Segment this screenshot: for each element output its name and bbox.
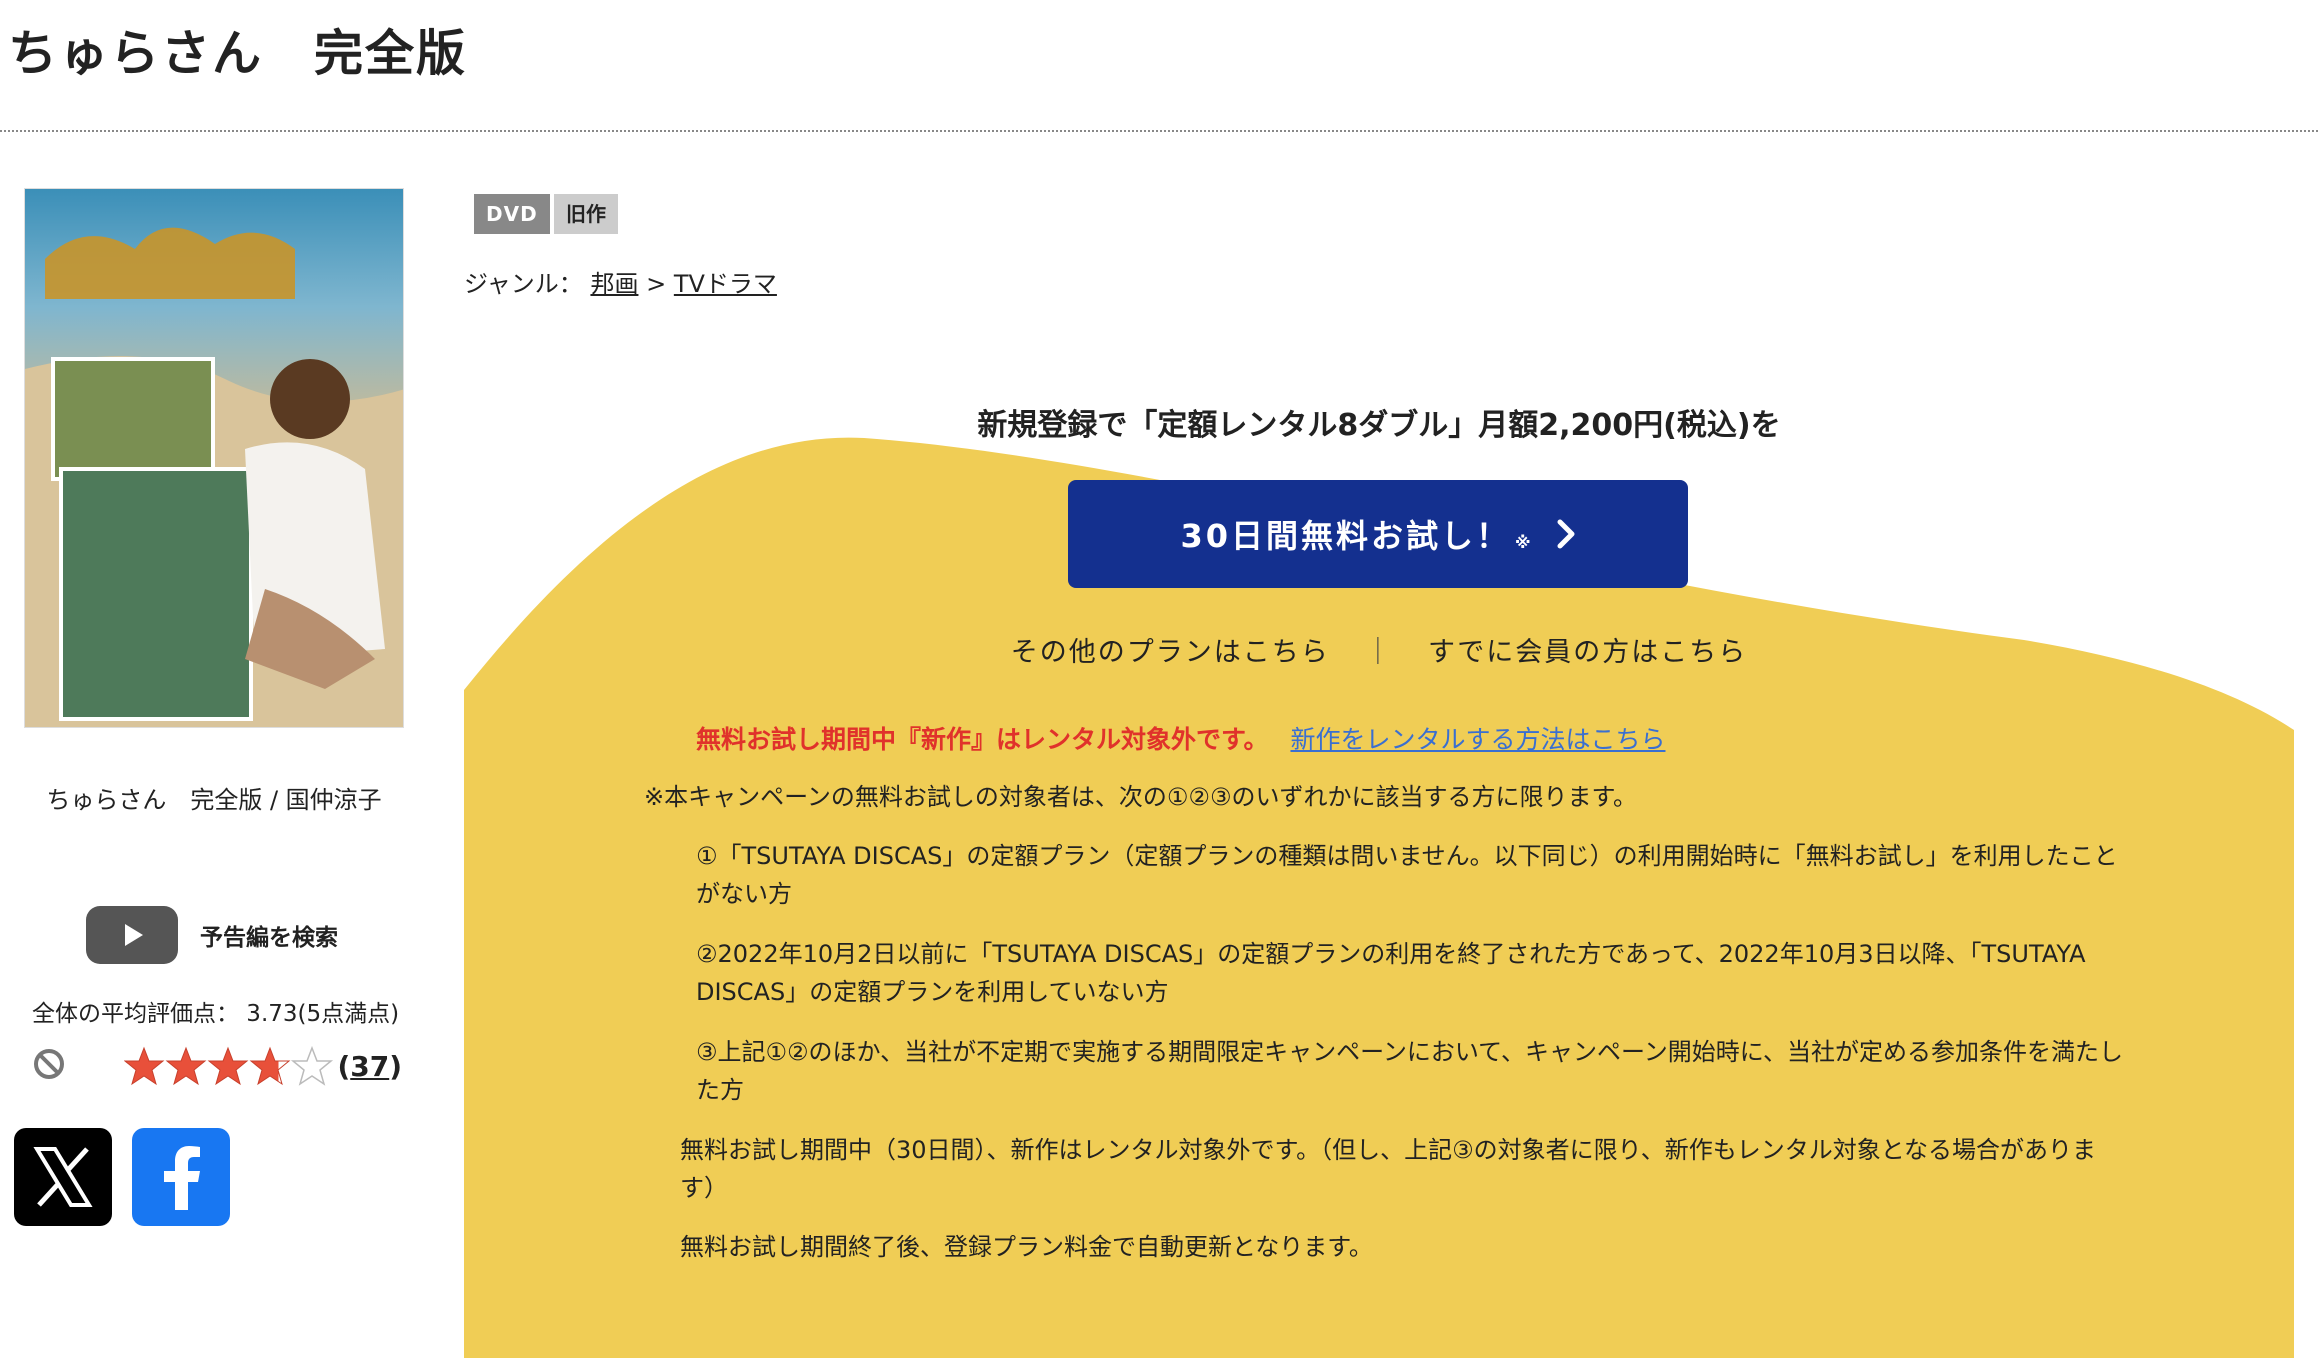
plan-links-divider: ｜ — [1364, 637, 1394, 668]
new-release-warning: 無料お試し期間中『新作』はレンタル対象外です。 新作をレンタルする方法はこちら — [696, 720, 1665, 756]
rating-row: (37) — [32, 1046, 402, 1086]
promo-heading: 新規登録で「定額レンタル8ダブル」月額2,200円(税込)を — [977, 408, 1781, 443]
genre-link-tv-drama[interactable]: TVドラマ — [674, 270, 777, 298]
play-icon — [86, 906, 178, 964]
genre-separator: > — [646, 270, 667, 298]
new-release-rental-link[interactable]: 新作をレンタルする方法はこちら — [1290, 725, 1665, 754]
prohibited-icon[interactable] — [32, 1047, 66, 1085]
eligibility-condition-2: ②2022年10月2日以前に「TSUTAYA DISCAS」の定額プランの利用を… — [696, 940, 2086, 1006]
format-tag: DVD — [474, 194, 550, 234]
status-tag: 旧作 — [554, 194, 618, 234]
genre-label: ジャンル： — [464, 270, 583, 298]
auto-renewal-note: 無料お試し期間終了後、登録プラン料金で自動更新となります。 — [680, 1233, 1373, 1261]
share-x-button[interactable] — [14, 1128, 112, 1226]
trial-period-note: 無料お試し期間中（30日間）、新作はレンタル対象外です。（但し、上記③の対象者に… — [680, 1136, 2096, 1202]
facebook-logo-icon — [164, 1146, 200, 1210]
review-count: (37) — [337, 1049, 402, 1083]
dvd-cover-image[interactable] — [24, 188, 404, 728]
product-caption: ちゅらさん 完全版 / 国仲涼子 — [46, 786, 382, 814]
campaign-eligibility-intro: ※本キャンペーンの無料お試しの対象者は、次の①②③のいずれかに該当する方に限りま… — [644, 783, 1638, 811]
review-count-link[interactable]: 37 — [350, 1050, 389, 1083]
x-logo-icon — [33, 1147, 93, 1207]
star-icon — [124, 1046, 165, 1086]
free-trial-button[interactable]: 30日間無料お試し！ ※ — [1068, 480, 1688, 588]
plan-links: その他のプランはこちら ｜ すでに会員の方はこちら — [464, 630, 2294, 669]
eligibility-condition-3: ③上記①②のほか、当社が不定期で実施する期間限定キャンペーンにおいて、キャンペー… — [696, 1038, 2124, 1104]
title-divider — [0, 130, 2318, 132]
page-title: ちゅらさん 完全版 — [8, 25, 468, 82]
genre-breadcrumb: ジャンル： 邦画 > TVドラマ — [464, 264, 777, 299]
share-facebook-button[interactable] — [132, 1128, 230, 1226]
warning-text: 無料お試し期間中『新作』はレンタル対象外です。 — [696, 725, 1269, 754]
chevron-right-icon — [1556, 518, 1576, 550]
trailer-search-label: 予告編を検索 — [200, 925, 338, 951]
average-rating: 全体の平均評価点： 3.73(5点満点) — [32, 1001, 400, 1027]
member-login-link[interactable]: すでに会員の方はこちら — [1428, 637, 1747, 668]
genre-link-hougaku[interactable]: 邦画 — [590, 270, 638, 298]
free-trial-label: 30日間無料お試し！ — [1180, 517, 1511, 555]
star-rating — [124, 1046, 334, 1086]
trailer-search-button[interactable]: 予告編を検索 — [86, 906, 338, 964]
eligibility-condition-1: ①「TSUTAYA DISCAS」の定額プラン（定額プランの種類は問いません。以… — [696, 842, 2118, 908]
other-plans-link[interactable]: その他のプランはこちら — [1011, 637, 1330, 668]
free-trial-note-mark: ※ — [1514, 532, 1534, 552]
